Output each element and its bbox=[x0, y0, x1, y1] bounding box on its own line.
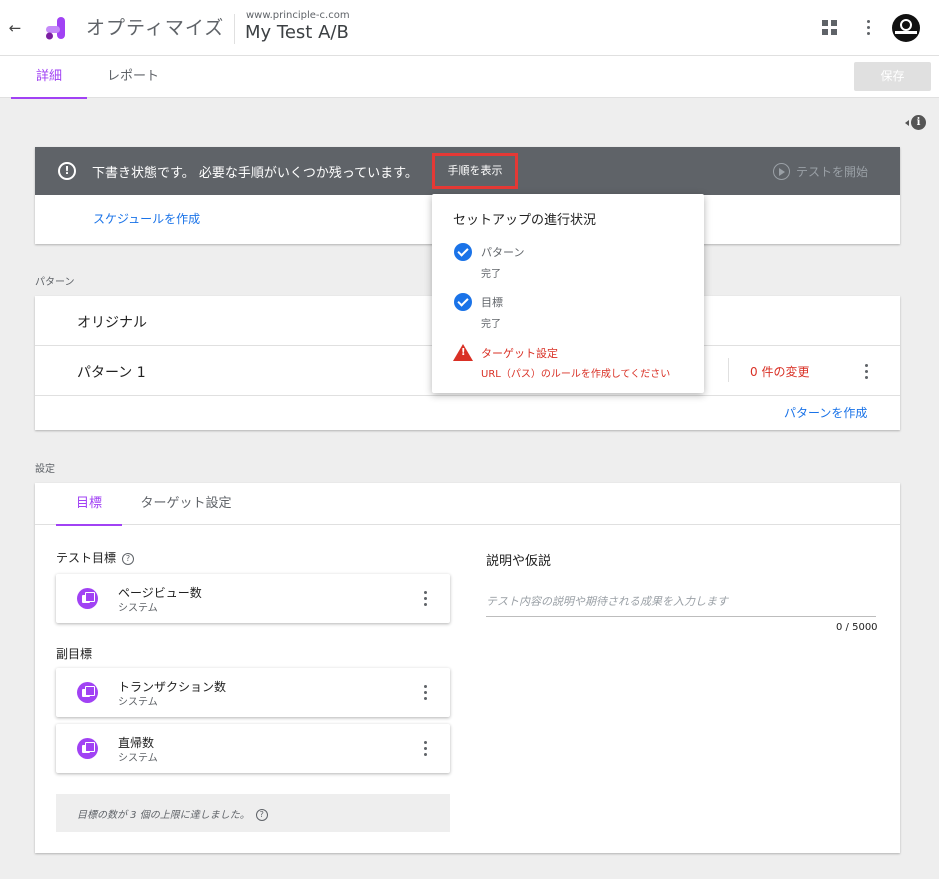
secondary-objectives-label: 副目標 bbox=[56, 647, 93, 661]
check-circle-icon bbox=[454, 243, 472, 261]
step-status: 完了 bbox=[481, 319, 501, 330]
more-vert-icon[interactable] bbox=[424, 591, 428, 609]
variants-section-label: パターン bbox=[35, 277, 75, 288]
tab-objectives[interactable]: 目標 bbox=[56, 483, 122, 526]
step-name[interactable]: ターゲット設定 bbox=[481, 345, 558, 361]
limit-message: 目標の数が 3 個の上限に達しました。 bbox=[77, 810, 250, 821]
more-vert-icon[interactable] bbox=[867, 20, 871, 38]
app-name: オプティマイズ bbox=[86, 17, 225, 39]
check-circle-icon bbox=[454, 293, 472, 311]
warning-icon: ! bbox=[453, 344, 473, 361]
objective-icon bbox=[77, 738, 98, 759]
character-counter: 0 / 5000 bbox=[836, 622, 878, 633]
objective-type: システム bbox=[118, 603, 158, 614]
variant-name: パターン 1 bbox=[77, 365, 146, 381]
objective-card[interactable]: 直帰数 システム bbox=[56, 724, 450, 773]
draft-banner: ! 下書き状態です。 必要な手順がいくつか残っています。 手順を表示 テストを開… bbox=[35, 147, 900, 195]
description-title: 説明や仮説 bbox=[486, 554, 552, 569]
container-url: www.principle-c.com bbox=[246, 10, 350, 21]
apps-grid-icon[interactable] bbox=[822, 20, 837, 35]
draft-message: 下書き状態です。 必要な手順がいくつか残っています。 bbox=[92, 166, 418, 181]
create-variant-link[interactable]: パターンを作成 bbox=[784, 404, 867, 421]
objective-type: システム bbox=[118, 753, 158, 764]
optimize-logo bbox=[46, 17, 65, 40]
setup-progress-popover: セットアップの進行状況 パターン 完了 目標 完了 ! ターゲット設定 URL（… bbox=[432, 194, 704, 393]
objective-card[interactable]: ページビュー数 システム bbox=[56, 574, 450, 623]
alert-icon: ! bbox=[58, 162, 76, 180]
objective-limit-text: 目標の数が 3 個の上限に達しました。? bbox=[77, 806, 268, 821]
objective-limit-notice: 目標の数が 3 個の上限に達しました。? bbox=[56, 794, 450, 832]
objective-card[interactable]: トランザクション数 システム bbox=[56, 668, 450, 717]
popover-title: セットアップの進行状況 bbox=[453, 213, 597, 228]
experiment-name: My Test A/B bbox=[245, 22, 349, 43]
step-status: 完了 bbox=[481, 269, 501, 280]
tab-targeting[interactable]: ターゲット設定 bbox=[135, 483, 237, 525]
play-circle-icon bbox=[773, 163, 790, 180]
description-input[interactable] bbox=[486, 587, 876, 617]
primary-objective-label: テスト目標? bbox=[56, 549, 135, 566]
start-test-label: テストを開始 bbox=[796, 165, 869, 179]
show-steps-button[interactable]: 手順を表示 bbox=[432, 153, 518, 189]
settings-card: 目標 ターゲット設定 テスト目標? ページビュー数 システム 副目標 トランザク… bbox=[35, 483, 900, 853]
info-icon: i bbox=[911, 115, 926, 130]
help-icon[interactable]: ? bbox=[122, 552, 135, 565]
info-panel-toggle[interactable]: i bbox=[905, 115, 927, 131]
more-vert-icon[interactable] bbox=[424, 741, 428, 759]
variant-name: オリジナル bbox=[77, 315, 147, 331]
more-vert-icon[interactable] bbox=[865, 364, 869, 382]
chevron-left-icon bbox=[905, 120, 909, 126]
objective-icon bbox=[77, 682, 98, 703]
divider bbox=[728, 358, 729, 382]
objective-type: システム bbox=[118, 697, 158, 708]
tab-report[interactable]: レポート bbox=[95, 56, 171, 98]
top-app-bar: ← オプティマイズ www.principle-c.com My Test A/… bbox=[0, 0, 939, 56]
objective-icon bbox=[77, 588, 98, 609]
variant-changes-link[interactable]: 0 件の変更 bbox=[750, 363, 809, 380]
step-name: 目標 bbox=[481, 296, 503, 309]
more-vert-icon[interactable] bbox=[424, 685, 428, 703]
header-divider bbox=[234, 14, 235, 44]
tab-details[interactable]: 詳細 bbox=[11, 56, 87, 99]
create-schedule-link[interactable]: スケジュールを作成 bbox=[93, 210, 200, 227]
avatar[interactable] bbox=[892, 14, 920, 42]
settings-tab-bar: 目標 ターゲット設定 bbox=[35, 483, 900, 526]
back-arrow-icon[interactable]: ← bbox=[5, 17, 25, 39]
settings-section-label: 設定 bbox=[35, 464, 55, 475]
page-tab-bar: 詳細 レポート 保存 bbox=[0, 56, 939, 99]
help-icon[interactable]: ? bbox=[255, 809, 268, 821]
save-button[interactable]: 保存 bbox=[854, 62, 931, 91]
primary-objective-label-text: テスト目標 bbox=[56, 551, 117, 565]
start-test-button[interactable]: テストを開始 bbox=[773, 163, 868, 180]
step-status[interactable]: URL（パス）のルールを作成してください bbox=[481, 365, 670, 380]
step-name: パターン bbox=[481, 246, 525, 259]
